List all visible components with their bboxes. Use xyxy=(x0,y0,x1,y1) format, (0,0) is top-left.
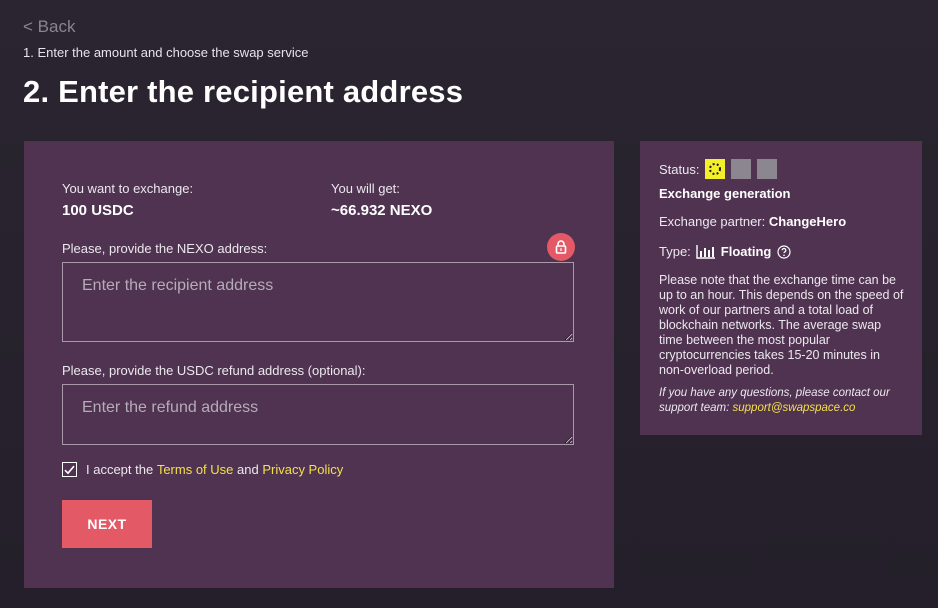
help-icon[interactable] xyxy=(777,244,791,259)
will-get-value: ~66.932 NEXO xyxy=(331,202,433,219)
recipient-address-label: Please, provide the NEXO address: xyxy=(62,241,268,256)
rate-type-row: Type: Floating xyxy=(659,244,791,259)
status-stage-text: Exchange generation xyxy=(659,186,791,201)
next-button[interactable]: NEXT xyxy=(62,500,152,548)
back-link[interactable]: < Back xyxy=(23,17,75,37)
status-row: Status: xyxy=(659,159,778,179)
exchange-partner-label: Exchange partner: xyxy=(659,214,766,229)
want-exchange-value: 100 USDC xyxy=(62,202,134,219)
status-step-3 xyxy=(757,159,778,179)
support-email-link[interactable]: support@swapspace.co xyxy=(733,402,856,414)
want-exchange-label: You want to exchange: xyxy=(62,181,194,196)
status-step-2 xyxy=(731,159,752,179)
step1-link[interactable]: 1. Enter the amount and choose the swap … xyxy=(23,45,308,60)
accept-terms-row: I accept the Terms of Use and Privacy Po… xyxy=(62,462,343,477)
refund-address-label: Please, provide the USDC refund address … xyxy=(62,363,366,378)
accept-terms-checkbox[interactable] xyxy=(62,462,77,477)
spinner-icon xyxy=(709,163,722,175)
exchange-time-note: Please note that the exchange time can b… xyxy=(659,273,904,377)
checkmark-icon xyxy=(64,465,75,474)
will-get-label: You will get: xyxy=(331,181,400,196)
refund-address-input[interactable] xyxy=(62,384,574,445)
page-title: 2. Enter the recipient address xyxy=(23,74,464,109)
support-note: If you have any questions, please contac… xyxy=(659,386,909,416)
terms-of-use-link[interactable]: Terms of Use xyxy=(157,462,234,477)
accept-text-prefix: I accept the xyxy=(86,462,157,477)
rate-type-value: Floating xyxy=(720,244,772,259)
exchange-partner-value: ChangeHero xyxy=(768,214,847,229)
exchange-partner-row: Exchange partner: ChangeHero xyxy=(659,214,846,229)
privacy-policy-link[interactable]: Privacy Policy xyxy=(262,462,343,477)
recipient-address-input[interactable] xyxy=(62,262,574,342)
status-label: Status: xyxy=(659,161,700,177)
status-card: Status: Exchange generation Exchange par… xyxy=(640,141,922,435)
status-step-active xyxy=(705,159,726,179)
address-form-card: You want to exchange: 100 USDC You will … xyxy=(24,141,614,588)
accept-text-and: and xyxy=(233,462,263,477)
bar-chart-icon xyxy=(696,244,715,259)
lock-button[interactable] xyxy=(547,233,575,261)
rate-type-label: Type: xyxy=(659,244,691,259)
lock-icon xyxy=(555,240,567,254)
